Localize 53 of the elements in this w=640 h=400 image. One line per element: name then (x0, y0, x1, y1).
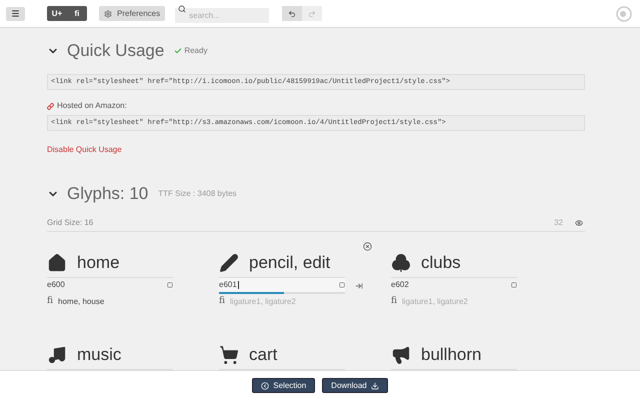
code-field[interactable]: e602 (391, 278, 517, 294)
section-title: Glyphs: 10 (67, 183, 148, 206)
menu-button[interactable] (6, 6, 25, 20)
club-icon (391, 252, 411, 272)
glyph-name: home (77, 252, 120, 274)
search-icon (178, 5, 186, 13)
preferences-button[interactable]: Preferences (99, 6, 166, 21)
back-icon (261, 382, 270, 390)
glyph-preview-icon (167, 282, 173, 288)
toggle-button[interactable]: U+ (47, 6, 67, 21)
code-field[interactable]: e601 (219, 278, 345, 294)
status-text: Ready (184, 45, 208, 57)
house-icon (47, 252, 67, 272)
glyph-preview-icon (339, 282, 345, 288)
glyph-name: clubs (421, 252, 461, 274)
download-button[interactable]: Download (322, 378, 388, 393)
pencil-icon (219, 252, 239, 272)
gear-icon (104, 10, 112, 18)
glyph-name: music (77, 344, 122, 366)
megaphone-icon (391, 344, 411, 364)
hosted-label: Hosted on Amazon: (57, 100, 127, 112)
grid-size-label: Grid Size: 16 (47, 216, 94, 228)
ligature-field[interactable]: ligature1, ligature2 (230, 296, 340, 308)
glyph-name: pencil, edit (249, 252, 330, 274)
glyph-preview-icon (511, 282, 517, 288)
menu-icon (11, 9, 20, 18)
section-title: Quick Usage (67, 40, 164, 62)
toggle-button[interactable]: ﬁ (67, 6, 87, 21)
link-icon (47, 102, 54, 110)
cart-icon (219, 344, 239, 364)
ligature-label: ﬁ (391, 295, 398, 308)
download-icon (370, 382, 379, 390)
undo-button[interactable] (282, 6, 302, 21)
glyph-name: cart (249, 344, 278, 366)
code-field[interactable]: e600 (47, 278, 173, 294)
redo-icon (308, 10, 316, 18)
ligature-field[interactable]: ligature1, ligature2 (402, 296, 512, 308)
arrow-to-line-icon[interactable] (355, 282, 363, 290)
ttf-size: TTF Size : 3408 bytes (158, 188, 237, 200)
preview-size: 32 (554, 216, 563, 228)
delete-icon[interactable] (363, 242, 372, 251)
music-note-icon (47, 344, 67, 364)
undo-icon (288, 10, 296, 18)
ligature-label: ﬁ (47, 295, 54, 308)
search-field[interactable]: search... (175, 8, 270, 22)
ligature-field[interactable]: home, house (58, 296, 168, 308)
glyph-name: bullhorn (421, 344, 482, 366)
logo-icon (616, 6, 632, 22)
eye-icon[interactable] (575, 218, 583, 226)
ligature-label: ﬁ (219, 295, 226, 308)
selection-button[interactable]: Selection (252, 378, 316, 393)
check-icon (174, 47, 182, 55)
disable-link[interactable]: Disable Quick Usage (47, 144, 122, 156)
